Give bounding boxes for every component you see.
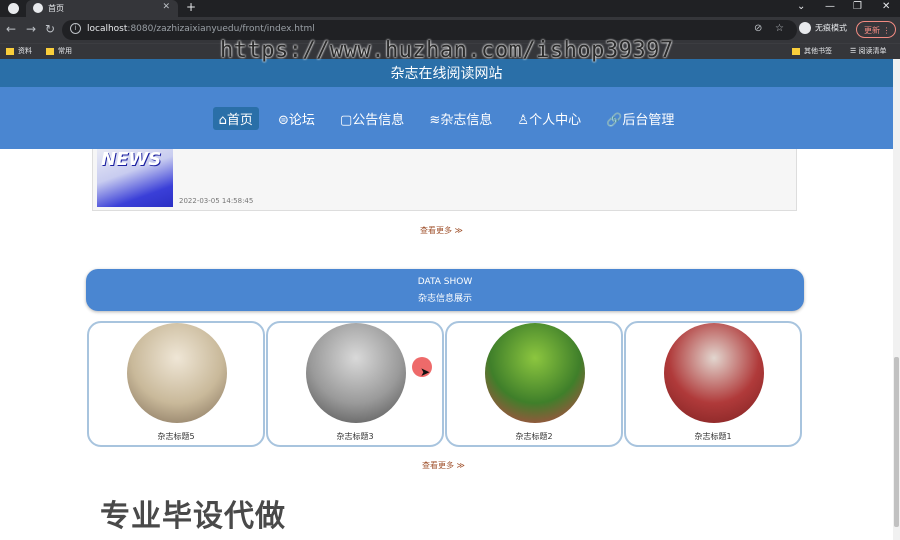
nav-home[interactable]: ⌂首页 (212, 107, 259, 130)
magazine-card[interactable]: 杂志标题1 (624, 321, 802, 447)
reload-icon[interactable]: ↻ (45, 22, 55, 36)
main-nav: ⌂首页 ⊜论坛 ▢公告信息 ≋杂志信息 ♙个人中心 🔗后台管理 (0, 107, 893, 130)
tab-search-icon[interactable]: ⌄ (797, 1, 805, 12)
magazine-title[interactable]: 杂志标题5 (89, 431, 263, 442)
magazine-icon: ≋ (429, 113, 441, 128)
close-window-button[interactable]: ✕ (882, 1, 890, 12)
forum-icon: ⊜ (277, 113, 289, 128)
nav-admin[interactable]: 🔗后台管理 (600, 107, 680, 130)
news-date: 2022-03-05 14:58:45 (179, 197, 254, 205)
address-bar[interactable]: i localhost:8080/zazhizaixianyuedu/front… (62, 20, 797, 40)
data-show-en: DATA SHOW (417, 277, 473, 287)
minimize-button[interactable]: — (825, 1, 835, 12)
folder-icon (46, 47, 54, 55)
magazine-cover[interactable] (127, 323, 227, 423)
magazine-title[interactable]: 杂志标题1 (626, 431, 800, 442)
incognito-indicator[interactable]: 无痕模式 (799, 22, 847, 34)
user-icon: ♙ (517, 113, 530, 128)
browser-tab-strip: 首页 ✕ + ⌄ — ❐ ✕ (0, 0, 900, 17)
notice-icon: ▢ (340, 113, 353, 128)
magazine-card[interactable]: 杂志标题3 (266, 321, 444, 447)
bookmark-folder-changyong[interactable]: 常用 (46, 46, 72, 56)
scrollbar-thumb[interactable] (894, 357, 899, 527)
eye-off-icon[interactable]: ⊘ (754, 23, 762, 34)
watermark-url: https://www.huzhan.com/ishop39397 (220, 38, 674, 63)
nav-magazines[interactable]: ≋杂志信息 (423, 107, 498, 130)
back-arrow-icon[interactable]: ← (6, 22, 16, 36)
bookmark-star-icon[interactable]: ☆ (775, 23, 784, 34)
site-info-icon[interactable]: i (70, 23, 81, 34)
data-show-cn: 杂志信息展示 (417, 294, 472, 304)
forward-arrow-icon[interactable]: → (26, 22, 36, 36)
news-thumbnail[interactable]: NEWS (97, 149, 173, 207)
news-more-link[interactable]: 查看更多 ≫ (420, 225, 463, 236)
nav-announcements[interactable]: ▢公告信息 (334, 107, 410, 130)
site-title: 杂志在线阅读网站 (0, 59, 893, 87)
nav-profile[interactable]: ♙个人中心 (511, 107, 587, 130)
browser-tab-active[interactable]: 首页 ✕ (26, 0, 178, 17)
bookmark-folder-ziliao[interactable]: 资料 (6, 46, 32, 56)
mouse-cursor-icon: ➤ (420, 365, 431, 379)
incognito-avatar-icon (799, 22, 811, 34)
magazine-title[interactable]: 杂志标题2 (447, 431, 621, 442)
magazine-title[interactable]: 杂志标题3 (268, 431, 442, 442)
magazine-card[interactable]: 杂志标题2 (445, 321, 623, 447)
bookmark-folder-other[interactable]: 其他书签 (792, 46, 832, 56)
tab-favicon-icon (33, 3, 43, 13)
maximize-button[interactable]: ❐ (853, 1, 862, 12)
magazine-cover[interactable] (306, 323, 406, 423)
home-icon: ⌂ (218, 113, 227, 128)
magazine-cover[interactable] (664, 323, 764, 423)
tab-close-icon[interactable]: ✕ (162, 2, 170, 12)
new-tab-button[interactable]: + (186, 0, 196, 14)
nav-forum[interactable]: ⊜论坛 (272, 107, 321, 130)
magazine-cover[interactable] (485, 323, 585, 423)
url-text[interactable]: localhost:8080/zazhizaixianyuedu/front/i… (87, 24, 315, 34)
folder-icon (6, 47, 14, 55)
link-icon: 🔗 (606, 113, 623, 128)
magazines-more-link[interactable]: 查看更多 ≫ (422, 460, 465, 471)
page-viewport: 杂志在线阅读网站 ⌂首页 ⊜论坛 ▢公告信息 ≋杂志信息 ♙个人中心 🔗后台管理… (0, 59, 893, 540)
news-card[interactable]: NEWS 2022-03-05 14:58:45 (92, 149, 797, 211)
page-scrollbar[interactable] (893, 59, 900, 540)
watermark-text: 专业毕设代做 (100, 499, 286, 534)
site-header: 杂志在线阅读网站 ⌂首页 ⊜论坛 ▢公告信息 ≋杂志信息 ♙个人中心 🔗后台管理 (0, 59, 893, 149)
folder-icon (792, 47, 800, 55)
browser-menu-icon[interactable] (8, 3, 19, 14)
update-button[interactable]: 更新 ⋮ (856, 21, 896, 38)
tab-title: 首页 (48, 4, 64, 13)
magazine-card[interactable]: 杂志标题5 (87, 321, 265, 447)
reading-list[interactable]: ☰ 阅读清单 (850, 46, 887, 56)
news-image-text: NEWS (101, 149, 162, 170)
data-show-banner: DATA SHOW 杂志信息展示 (86, 269, 804, 311)
